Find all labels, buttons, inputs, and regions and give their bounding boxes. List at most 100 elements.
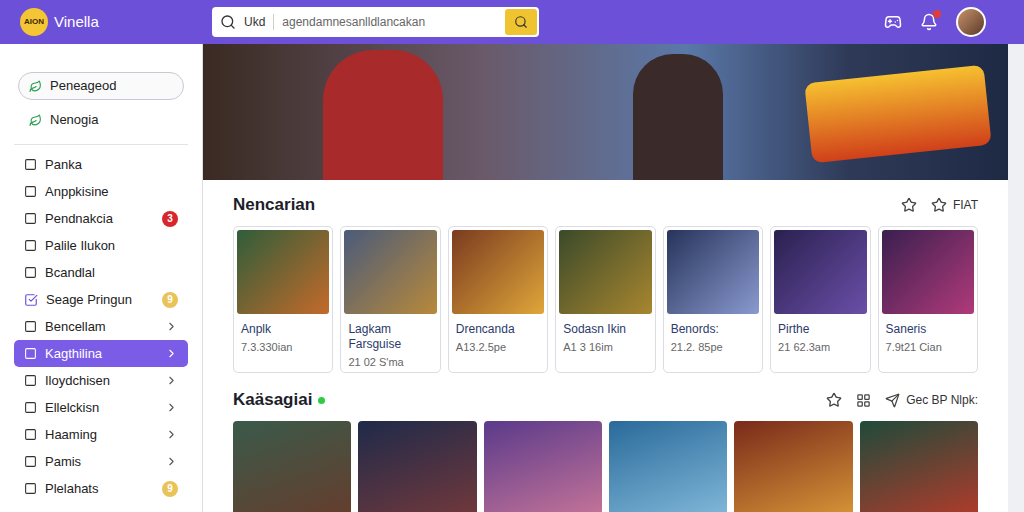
item-icon bbox=[24, 239, 37, 252]
chevron-right-icon[interactable] bbox=[165, 320, 178, 333]
item-icon bbox=[24, 266, 37, 279]
game-subtitle: 21 62.3am bbox=[778, 341, 862, 355]
section-title: Kaäsagiai bbox=[233, 387, 312, 413]
sidebar-divider bbox=[14, 144, 188, 145]
section-header: Kaäsagiai Gec BP Nlpk: bbox=[233, 387, 978, 413]
game-subtitle: 7.3.330ian bbox=[241, 341, 325, 355]
sidebar-item[interactable]: Iloydchisen bbox=[14, 367, 188, 394]
chevron-right-icon[interactable] bbox=[165, 374, 178, 387]
send-icon[interactable] bbox=[885, 393, 900, 408]
game-title: Benords: bbox=[671, 322, 755, 337]
sidebar-item[interactable]: Bencellam bbox=[14, 313, 188, 340]
item-badge: 9 bbox=[162, 292, 178, 308]
item-icon bbox=[24, 320, 37, 333]
section-action[interactable]: FIAT bbox=[953, 196, 978, 214]
section-title: Nencarian bbox=[233, 192, 315, 218]
section: Nencarian FIAT Anplk 7.3.330ian Lagkam Farsg… bbox=[233, 192, 978, 373]
search-icon bbox=[220, 14, 236, 30]
game-card[interactable]: Pirthe21 62.3am bbox=[770, 226, 870, 374]
game-card[interactable] bbox=[233, 421, 351, 512]
avatar[interactable] bbox=[956, 7, 986, 37]
sidebar-item[interactable]: Panka bbox=[14, 151, 188, 178]
star-icon[interactable] bbox=[931, 197, 947, 213]
chevron-right-icon[interactable] bbox=[165, 428, 178, 441]
item-icon bbox=[24, 401, 37, 414]
game-card[interactable] bbox=[860, 421, 978, 512]
item-icon bbox=[24, 158, 37, 171]
game-cover bbox=[237, 230, 329, 314]
notifications[interactable] bbox=[920, 13, 938, 31]
sidebar-item[interactable]: Bcandlal bbox=[14, 259, 188, 286]
game-cover bbox=[559, 230, 651, 314]
game-cover bbox=[667, 230, 759, 314]
game-card[interactable]: Lagkam Farsguise 21 02 S'ma bbox=[340, 226, 440, 374]
leaf-icon bbox=[29, 80, 42, 93]
sidebar-item[interactable]: Anppkisine bbox=[14, 178, 188, 205]
chevron-right-icon[interactable] bbox=[165, 455, 178, 468]
chevron-right-icon[interactable] bbox=[165, 401, 178, 414]
search-button-icon bbox=[514, 15, 528, 29]
game-title: Lagkam Farsguise bbox=[348, 322, 432, 352]
header-actions bbox=[884, 7, 1004, 37]
game-subtitle: 7.9t21 Cian bbox=[886, 341, 970, 355]
sidebar-item[interactable]: Palile Ilukon bbox=[14, 232, 188, 259]
item-icon bbox=[24, 374, 37, 387]
star-icon[interactable] bbox=[826, 392, 842, 408]
search-button[interactable] bbox=[505, 9, 537, 35]
sidebar-top-item[interactable]: Nenogia bbox=[18, 106, 184, 134]
sidebar-item[interactable]: Seage Pringun9 bbox=[14, 286, 188, 313]
game-title: Sodasn Ikin bbox=[563, 322, 647, 337]
game-subtitle: 21 02 S'ma bbox=[348, 356, 432, 370]
sidebar-item[interactable]: Kagthilina bbox=[14, 340, 188, 367]
sidebar-item[interactable]: Pamis bbox=[14, 448, 188, 475]
banner-figure bbox=[323, 50, 443, 180]
game-subtitle: 21.2. 85pe bbox=[671, 341, 755, 355]
game-card[interactable] bbox=[484, 421, 602, 512]
search-scope[interactable]: Ukd bbox=[244, 13, 265, 31]
item-badge: 9 bbox=[162, 481, 178, 497]
section-action[interactable]: Gec BP Nlpk: bbox=[906, 391, 978, 409]
section: Kaäsagiai Gec BP Nlpk: bbox=[233, 387, 978, 512]
sidebar-item[interactable]: Haaming bbox=[14, 421, 188, 448]
item-icon bbox=[24, 185, 37, 198]
game-card[interactable]: Drencanda A13.2.5pe bbox=[448, 226, 548, 374]
sidebar-item[interactable]: Ellelckisn bbox=[14, 394, 188, 421]
game-card[interactable]: Benords: 21.2. 85pe bbox=[663, 226, 763, 374]
game-subtitle: A13.2.5pe bbox=[456, 341, 540, 355]
game-card[interactable]: Sodasn Ikin A1 3 16im bbox=[555, 226, 655, 374]
grid-icon[interactable] bbox=[856, 393, 871, 408]
main: Nencarian FIAT Anplk 7.3.330ian Lagkam Farsg… bbox=[203, 44, 1024, 512]
star-icon[interactable] bbox=[901, 197, 917, 213]
game-card[interactable] bbox=[609, 421, 727, 512]
card-row: Anplk 7.3.330ian Lagkam Farsguise 21 02 S'm… bbox=[233, 226, 978, 374]
search-bar[interactable]: Ukd agendamnesanlldlancakan bbox=[212, 7, 539, 37]
item-icon bbox=[24, 428, 37, 441]
search-placeholder[interactable]: agendamnesanlldlancakan bbox=[282, 13, 497, 31]
notification-badge bbox=[933, 10, 941, 18]
sidebar-item[interactable]: Plelahats9 bbox=[14, 475, 188, 502]
banner-figure bbox=[633, 54, 723, 180]
game-cover bbox=[774, 230, 866, 314]
item-icon bbox=[24, 482, 37, 495]
checkbox-checked-icon[interactable] bbox=[24, 293, 38, 307]
logo[interactable]: AIONVinella bbox=[20, 8, 198, 36]
item-icon bbox=[24, 347, 37, 360]
app-name: Vinella bbox=[54, 11, 99, 34]
game-title: Drencanda bbox=[456, 322, 540, 337]
game-card[interactable] bbox=[734, 421, 852, 512]
item-icon bbox=[24, 212, 37, 225]
game-title: Anplk bbox=[241, 322, 325, 337]
game-card[interactable]: Anplk 7.3.330ian bbox=[233, 226, 333, 374]
game-subtitle: A1 3 16im bbox=[563, 341, 647, 355]
controller-icon[interactable] bbox=[884, 13, 902, 31]
sidebar-top-item[interactable]: Peneageod bbox=[18, 72, 184, 100]
card-row bbox=[233, 421, 978, 512]
chevron-right-icon[interactable] bbox=[165, 347, 178, 360]
sidebar-item[interactable]: Pendnakcia3 bbox=[14, 205, 188, 232]
content: Nencarian FIAT Anplk 7.3.330ian Lagkam Farsg… bbox=[203, 180, 1008, 512]
hero-banner[interactable] bbox=[203, 44, 1008, 180]
game-card[interactable] bbox=[358, 421, 476, 512]
game-card[interactable]: Saneris7.9t21 Cian bbox=[878, 226, 978, 374]
game-cover bbox=[344, 230, 436, 314]
sidebar: Peneageod Nenogia PankaAnppkisinePendnakci… bbox=[0, 44, 203, 512]
